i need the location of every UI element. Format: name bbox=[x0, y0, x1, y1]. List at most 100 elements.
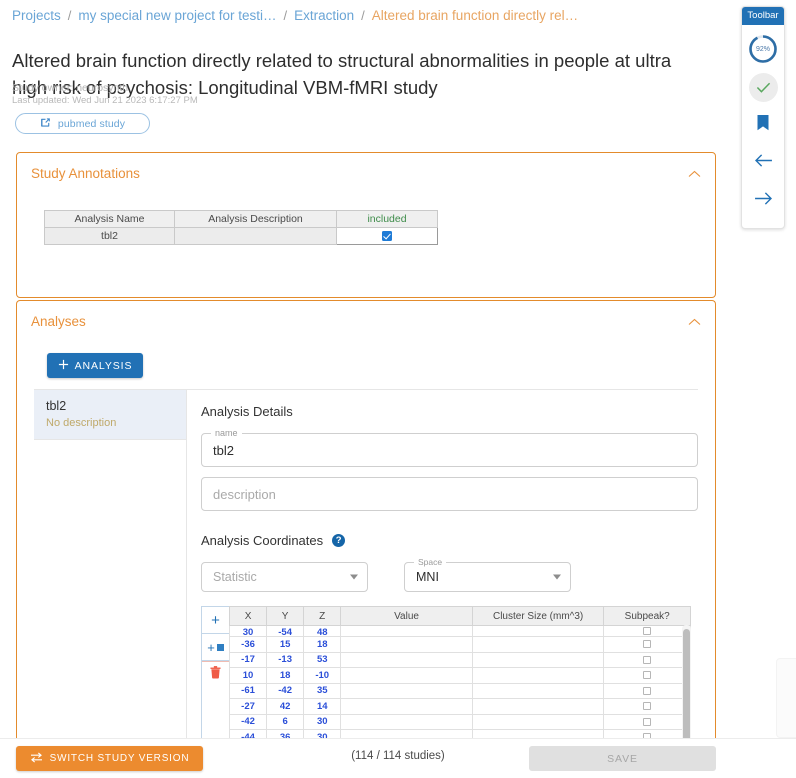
study-extraction-page: Projects / my special new project for te… bbox=[0, 0, 796, 778]
pubmed-study-button[interactable]: pubmed study bbox=[15, 113, 150, 134]
cell-y[interactable]: 18 bbox=[266, 667, 305, 684]
analysis-coordinates-header: Analysis Coordinates ? bbox=[201, 533, 698, 548]
cell-y[interactable]: 15 bbox=[266, 636, 305, 653]
cell-x[interactable]: -42 bbox=[229, 713, 268, 730]
cell-subpeak[interactable] bbox=[603, 698, 691, 715]
add-analysis-button[interactable]: ANALYSIS bbox=[47, 353, 143, 378]
next-study-button[interactable] bbox=[742, 182, 784, 220]
cell-subpeak[interactable] bbox=[603, 713, 691, 730]
statistic-select[interactable]: Statistic bbox=[201, 562, 368, 592]
arrow-left-icon bbox=[754, 153, 773, 173]
table-row: -36 15 18 bbox=[229, 636, 691, 653]
statistic-select-placeholder: Statistic bbox=[213, 570, 257, 584]
subpeak-checkbox[interactable] bbox=[643, 717, 652, 726]
cell-cluster-size[interactable] bbox=[471, 651, 605, 668]
cell-analysis-description[interactable] bbox=[174, 227, 337, 245]
add-row-button[interactable]: + bbox=[202, 607, 229, 634]
breadcrumb-item-extraction[interactable]: Extraction bbox=[294, 8, 354, 23]
cell-x[interactable]: -36 bbox=[229, 636, 268, 653]
delete-row-button[interactable] bbox=[202, 661, 229, 688]
cell-value[interactable] bbox=[340, 636, 473, 653]
column-value: Value bbox=[340, 606, 473, 626]
add-multiple-rows-button[interactable]: + bbox=[202, 634, 229, 661]
included-checkbox[interactable] bbox=[382, 231, 392, 242]
chevron-up-icon[interactable] bbox=[685, 165, 703, 183]
cell-value[interactable] bbox=[340, 698, 473, 715]
column-analysis-description: Analysis Description bbox=[174, 210, 337, 228]
cell-value[interactable] bbox=[340, 682, 473, 699]
cell-value[interactable] bbox=[340, 625, 473, 637]
previous-study-button[interactable] bbox=[742, 144, 784, 182]
cell-cluster-size[interactable] bbox=[471, 667, 605, 684]
plus-icon: + bbox=[211, 611, 220, 629]
cell-analysis-name[interactable]: tbl2 bbox=[44, 227, 175, 245]
subpeak-checkbox[interactable] bbox=[643, 627, 652, 635]
space-select-legend: Space bbox=[414, 557, 447, 567]
breadcrumb-separator: / bbox=[67, 8, 72, 23]
cell-subpeak[interactable] bbox=[603, 667, 691, 684]
column-cluster-size: Cluster Size (mm^3) bbox=[471, 606, 605, 626]
analysis-list-item[interactable]: tbl2 No description bbox=[34, 390, 186, 440]
cell-y[interactable]: -54 bbox=[266, 625, 305, 637]
cell-y[interactable]: 6 bbox=[266, 713, 305, 730]
analysis-details-title: Analysis Details bbox=[201, 404, 293, 419]
bottom-action-bar: SWITCH STUDY VERSION (114 / 114 studies)… bbox=[0, 738, 796, 778]
column-analysis-name: Analysis Name bbox=[44, 210, 175, 228]
breadcrumb-item-project[interactable]: my special new project for testi… bbox=[78, 8, 276, 23]
cell-subpeak[interactable] bbox=[603, 682, 691, 699]
cell-x[interactable]: -61 bbox=[229, 682, 268, 699]
chevron-up-icon[interactable] bbox=[685, 313, 703, 331]
subpeak-checkbox[interactable] bbox=[643, 640, 652, 649]
cell-subpeak[interactable] bbox=[603, 636, 691, 653]
subpeak-checkbox[interactable] bbox=[643, 671, 652, 680]
cell-z[interactable]: 35 bbox=[303, 682, 342, 699]
cell-cluster-size[interactable] bbox=[471, 636, 605, 653]
cell-x[interactable]: -17 bbox=[229, 651, 268, 668]
cell-z[interactable]: 48 bbox=[303, 625, 342, 637]
cell-cluster-size[interactable] bbox=[471, 682, 605, 699]
add-analysis-label: ANALYSIS bbox=[74, 359, 133, 372]
table-row: -17 -13 53 bbox=[229, 651, 691, 668]
cell-y[interactable]: 42 bbox=[266, 698, 305, 715]
cell-z[interactable]: 53 bbox=[303, 651, 342, 668]
cell-y[interactable]: -13 bbox=[266, 651, 305, 668]
analysis-name-field[interactable]: name tbl2 bbox=[201, 428, 698, 467]
table-row: -61 -42 35 bbox=[229, 682, 691, 699]
subpeak-checkbox[interactable] bbox=[643, 655, 652, 664]
annotations-table: Analysis Name Analysis Description inclu… bbox=[44, 210, 438, 245]
cell-subpeak[interactable] bbox=[603, 625, 691, 637]
cell-x[interactable]: 10 bbox=[229, 667, 268, 684]
cell-value[interactable] bbox=[340, 713, 473, 730]
study-annotations-header: Study Annotations bbox=[17, 153, 715, 181]
cell-x[interactable]: -27 bbox=[229, 698, 268, 715]
cell-z[interactable]: 14 bbox=[303, 698, 342, 715]
bookmark-button[interactable] bbox=[742, 106, 784, 144]
cell-z[interactable]: 30 bbox=[303, 713, 342, 730]
column-included: included bbox=[336, 210, 438, 228]
save-button[interactable]: SAVE bbox=[529, 746, 716, 771]
cell-z[interactable]: 18 bbox=[303, 636, 342, 653]
help-icon[interactable]: ? bbox=[332, 534, 346, 547]
arrow-right-icon bbox=[754, 191, 773, 211]
breadcrumb-item-projects[interactable]: Projects bbox=[12, 8, 61, 23]
subpeak-checkbox[interactable] bbox=[643, 702, 652, 711]
subpeak-checkbox[interactable] bbox=[643, 686, 652, 695]
cell-z[interactable]: -10 bbox=[303, 667, 342, 684]
analysis-description-field[interactable]: description bbox=[201, 477, 698, 511]
cell-subpeak[interactable] bbox=[603, 651, 691, 668]
cell-cluster-size[interactable] bbox=[471, 713, 605, 730]
cell-x[interactable]: 30 bbox=[229, 625, 268, 637]
cell-value[interactable] bbox=[340, 667, 473, 684]
analysis-description-placeholder: description bbox=[213, 486, 276, 502]
toolbar-body: 92% bbox=[742, 25, 784, 228]
space-select[interactable]: Space MNI bbox=[404, 557, 571, 592]
cell-y[interactable]: -42 bbox=[266, 682, 305, 699]
complete-study-button[interactable] bbox=[742, 68, 784, 106]
breadcrumb-separator: / bbox=[361, 8, 365, 23]
cell-cluster-size[interactable] bbox=[471, 698, 605, 715]
cell-included[interactable] bbox=[336, 227, 438, 245]
cell-cluster-size[interactable] bbox=[471, 625, 605, 637]
coordinates-header-row: X Y Z Value Cluster Size (mm^3) Subpeak? bbox=[229, 606, 691, 626]
progress-indicator[interactable]: 92% bbox=[742, 30, 784, 68]
cell-value[interactable] bbox=[340, 651, 473, 668]
